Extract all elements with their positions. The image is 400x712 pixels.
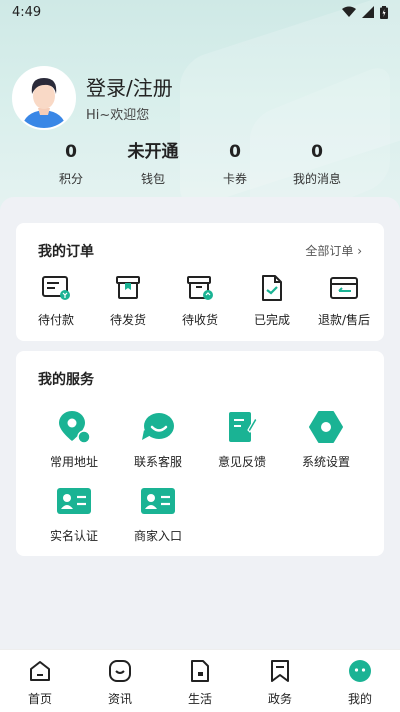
service-customer-service[interactable]: 联系客服 bbox=[116, 409, 200, 470]
tab-profile[interactable]: 我的 bbox=[320, 650, 400, 712]
service-label: 系统设置 bbox=[301, 455, 350, 469]
welcome-text: Hi~欢迎您 bbox=[86, 107, 150, 123]
order-completed[interactable]: 已完成 bbox=[242, 273, 302, 328]
service-address[interactable]: 常用地址 bbox=[32, 409, 116, 470]
all-orders-link[interactable]: 全部订单 › bbox=[305, 242, 362, 259]
orders-card: 我的订单 全部订单 › 待付款 待发货 待收货 已完成 退款/售后 bbox=[16, 223, 384, 341]
service-settings[interactable]: 系统设置 bbox=[284, 409, 368, 470]
tab-label: 生活 bbox=[187, 692, 212, 706]
refund-icon bbox=[330, 277, 358, 299]
status-time: 4:49 bbox=[12, 4, 42, 20]
status-icons bbox=[342, 5, 388, 19]
orders-title: 我的订单 bbox=[38, 244, 94, 260]
stat-label: 我的消息 bbox=[292, 172, 341, 186]
order-pending-shipment[interactable]: 待发货 bbox=[98, 273, 158, 328]
stats-row: 0 积分 未开通 钱包 0 卡券 0 我的消息 bbox=[0, 140, 400, 187]
tab-home[interactable]: 首页 bbox=[0, 650, 80, 712]
order-pending-payment[interactable]: 待付款 bbox=[26, 273, 86, 328]
order-label: 退款/售后 bbox=[317, 313, 371, 327]
id-card-icon bbox=[57, 488, 91, 514]
status-bar: 4:49 bbox=[0, 0, 400, 24]
order-label: 已完成 bbox=[253, 313, 290, 327]
stat-value: 未开通 bbox=[127, 142, 179, 162]
chevron-right-icon: › bbox=[357, 244, 362, 258]
login-register-link[interactable]: 登录/注册 bbox=[86, 74, 173, 102]
service-label: 意见反馈 bbox=[217, 455, 266, 469]
all-orders-label: 全部订单 bbox=[305, 244, 354, 258]
service-real-name[interactable]: 实名认证 bbox=[32, 483, 116, 544]
settings-icon bbox=[309, 411, 343, 443]
completed-icon bbox=[262, 275, 282, 301]
stat-value: 0 bbox=[311, 142, 323, 162]
content-sheet: 我的订单 全部订单 › 待付款 待发货 待收货 已完成 退款/售后 我的服务 常… bbox=[0, 197, 400, 649]
stat-label: 卡券 bbox=[222, 172, 247, 186]
order-label: 待发货 bbox=[109, 313, 146, 327]
stat-value: 0 bbox=[229, 142, 241, 162]
customer-service-icon bbox=[142, 413, 174, 440]
services-title: 我的服务 bbox=[38, 372, 94, 388]
life-icon bbox=[191, 660, 209, 682]
signal-icon bbox=[362, 6, 374, 18]
order-label: 待收货 bbox=[181, 313, 218, 327]
news-icon bbox=[109, 660, 131, 682]
service-label: 联系客服 bbox=[133, 455, 182, 469]
services-card: 我的服务 常用地址 联系客服 意见反馈 系统设置 实名认证 商家入口 bbox=[16, 351, 384, 556]
tab-label: 政务 bbox=[267, 692, 292, 706]
tab-label: 资讯 bbox=[107, 692, 132, 706]
service-label: 实名认证 bbox=[49, 529, 98, 543]
tab-government[interactable]: 政务 bbox=[240, 650, 320, 712]
tab-news[interactable]: 资讯 bbox=[80, 650, 160, 712]
stat-label: 积分 bbox=[58, 172, 83, 186]
stat-messages[interactable]: 0 我的消息 bbox=[276, 140, 358, 187]
tab-life[interactable]: 生活 bbox=[160, 650, 240, 712]
order-label: 待付款 bbox=[37, 313, 74, 327]
bottom-tab-bar: 首页 资讯 生活 政务 我的 bbox=[0, 649, 400, 712]
stat-points[interactable]: 0 积分 bbox=[30, 140, 112, 187]
service-feedback[interactable]: 意见反馈 bbox=[200, 409, 284, 470]
service-label: 常用地址 bbox=[49, 455, 98, 469]
stat-coupons[interactable]: 0 卡券 bbox=[194, 140, 276, 187]
pending-shipment-icon bbox=[116, 276, 140, 299]
location-icon bbox=[59, 411, 91, 444]
pending-receipt-icon bbox=[187, 276, 213, 300]
stat-label: 钱包 bbox=[140, 172, 165, 186]
merchant-icon bbox=[141, 488, 175, 514]
pending-payment-icon bbox=[42, 276, 70, 300]
profile-icon bbox=[349, 660, 371, 682]
order-pending-receipt[interactable]: 待收货 bbox=[170, 273, 230, 328]
battery-icon bbox=[380, 5, 388, 19]
service-merchant[interactable]: 商家入口 bbox=[116, 483, 200, 544]
service-label: 商家入口 bbox=[133, 529, 182, 543]
feedback-icon bbox=[229, 412, 258, 442]
home-icon bbox=[30, 661, 50, 681]
profile-section[interactable]: 登录/注册 Hi~欢迎您 bbox=[12, 66, 173, 130]
stat-wallet[interactable]: 未开通 钱包 bbox=[112, 140, 194, 187]
government-icon bbox=[271, 660, 289, 682]
stat-value: 0 bbox=[65, 142, 77, 162]
wifi-icon bbox=[342, 6, 356, 17]
order-refund[interactable]: 退款/售后 bbox=[314, 273, 374, 328]
tab-label: 首页 bbox=[27, 692, 52, 706]
avatar[interactable] bbox=[12, 66, 76, 130]
tab-label: 我的 bbox=[347, 692, 372, 706]
